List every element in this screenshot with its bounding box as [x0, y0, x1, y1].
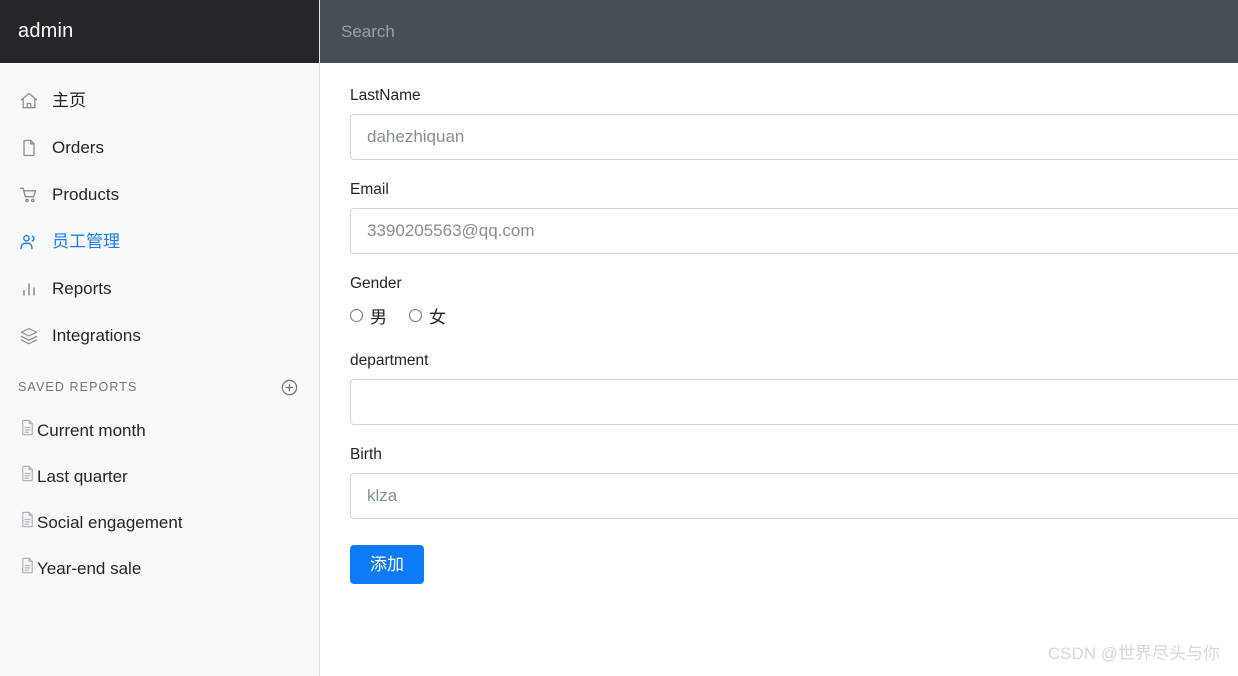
saved-report-label: Last quarter	[37, 466, 128, 486]
field-label: Birth	[350, 446, 382, 463]
lastname-input[interactable]	[350, 114, 1238, 160]
home-icon	[18, 90, 40, 112]
email-input[interactable]	[350, 208, 1238, 254]
brand-title: admin	[18, 20, 74, 42]
sidebar: admin 主页 Orders Products 员工管理 Reports In…	[0, 0, 320, 676]
department-input[interactable]	[350, 379, 1238, 425]
document-icon	[18, 464, 37, 488]
gender-option-male[interactable]: 男	[350, 303, 387, 328]
gender-option-female[interactable]: 女	[409, 303, 446, 328]
sidebar-item-label: Integrations	[52, 326, 141, 345]
sidebar-item-label: 主页	[52, 91, 86, 110]
birth-input[interactable]	[350, 473, 1238, 519]
document-icon	[18, 556, 37, 580]
field-label: department	[350, 352, 429, 369]
add-button[interactable]: 添加	[350, 545, 424, 584]
saved-report-label: Year-end sale	[37, 558, 142, 578]
radio-circle-icon[interactable]	[409, 308, 422, 322]
sidebar-item-label: 员工管理	[52, 232, 120, 251]
bar-chart-icon	[18, 278, 40, 300]
saved-reports-title: SAVED REPORTS	[18, 380, 138, 394]
gender-radio-group: 男 女	[350, 302, 1238, 328]
saved-report-last-quarter[interactable]: Last quarter	[0, 453, 319, 499]
sidebar-body: 主页 Orders Products 员工管理 Reports Integrat…	[0, 63, 319, 591]
saved-reports-header: SAVED REPORTS	[0, 359, 319, 407]
field-gender: Gender 男 女	[350, 275, 1238, 328]
document-icon	[18, 418, 37, 442]
plus-circle-icon[interactable]	[279, 377, 299, 397]
main-content: LastName Email Gender 男	[320, 0, 1238, 676]
sidebar-item-employee-management[interactable]: 员工管理	[0, 218, 319, 265]
saved-report-current-month[interactable]: Current month	[0, 407, 319, 453]
sidebar-item-integrations[interactable]: Integrations	[0, 312, 319, 359]
saved-report-label: Current month	[37, 420, 146, 440]
saved-report-year-end-sale[interactable]: Year-end sale	[0, 545, 319, 591]
sidebar-item-reports[interactable]: Reports	[0, 265, 319, 312]
watermark: CSDN @世界尽头与你	[1047, 644, 1220, 663]
sidebar-item-label: Orders	[52, 138, 104, 157]
sidebar-item-home[interactable]: 主页	[0, 77, 319, 124]
shopping-cart-icon	[18, 184, 40, 206]
field-label: LastName	[350, 87, 421, 104]
field-lastname: LastName	[350, 87, 1238, 160]
sidebar-item-label: Reports	[52, 279, 112, 298]
field-label: Email	[350, 181, 389, 198]
radio-circle-icon[interactable]	[350, 308, 363, 322]
field-email: Email	[350, 181, 1238, 254]
file-icon	[18, 137, 40, 159]
gender-option-label: 男	[370, 307, 387, 327]
field-label: Gender	[350, 275, 402, 292]
layers-icon	[18, 325, 40, 347]
saved-report-label: Social engagement	[37, 512, 183, 532]
field-birth: Birth	[350, 446, 1238, 519]
sidebar-item-orders[interactable]: Orders	[0, 124, 319, 171]
app-root: admin 主页 Orders Products 员工管理 Reports In…	[0, 0, 1238, 676]
sidebar-header: admin	[0, 0, 319, 63]
gender-option-label: 女	[429, 307, 446, 327]
employee-form: LastName Email Gender 男	[320, 63, 1238, 584]
search-input[interactable]	[341, 21, 741, 42]
field-department: department	[350, 352, 1238, 425]
sidebar-item-products[interactable]: Products	[0, 171, 319, 218]
saved-report-social-engagement[interactable]: Social engagement	[0, 499, 319, 545]
topbar	[320, 0, 1238, 63]
users-icon	[18, 231, 40, 253]
document-icon	[18, 510, 37, 534]
sidebar-item-label: Products	[52, 185, 120, 204]
